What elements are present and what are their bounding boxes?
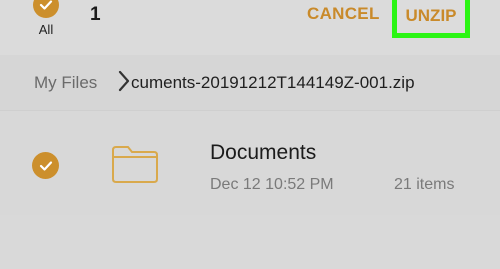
check-icon <box>33 0 59 18</box>
folder-icon <box>110 144 160 189</box>
breadcrumb-current: cuments-20191212T144149Z-001.zip <box>131 73 415 92</box>
item-name: Documents <box>210 141 317 164</box>
chevron-right-icon <box>118 68 130 99</box>
selected-count: 1 <box>90 4 101 25</box>
breadcrumb: My Files cuments-20191212T144149Z-001.zi… <box>0 55 500 110</box>
item-date: Dec 12 10:52 PM <box>210 176 334 193</box>
unzip-button-label: UNZIP <box>405 6 457 25</box>
check-icon <box>32 152 59 179</box>
empty-area <box>0 215 500 269</box>
select-all-toggle[interactable]: All <box>29 0 63 37</box>
list-item[interactable]: Documents Dec 12 10:52 PM 21 items <box>0 111 500 215</box>
breadcrumb-root[interactable]: My Files <box>34 73 97 93</box>
item-checkbox[interactable] <box>32 152 59 179</box>
unzip-button[interactable]: UNZIP <box>392 0 470 38</box>
select-all-label: All <box>38 22 54 37</box>
action-bar: All 1 CANCEL UNZIP <box>0 0 500 55</box>
item-count: 21 items <box>394 176 455 193</box>
cancel-button[interactable]: CANCEL <box>307 4 380 24</box>
